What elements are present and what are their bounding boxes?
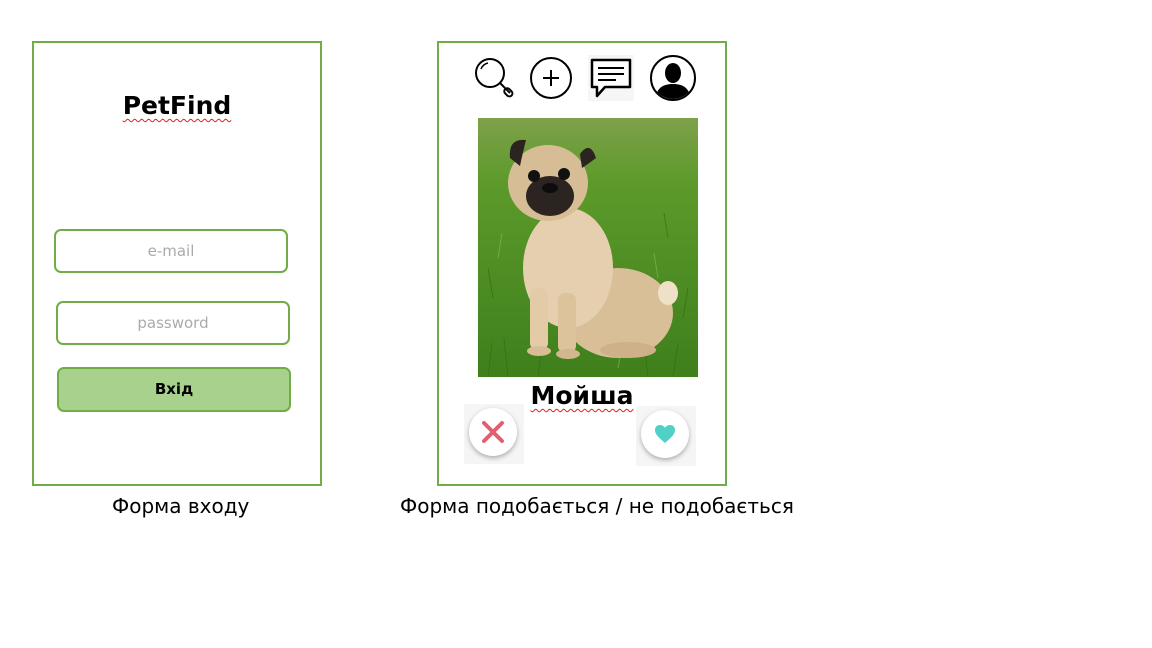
login-form-caption: Форма входу [112, 494, 250, 518]
heart-icon [655, 425, 675, 443]
dislike-button[interactable] [469, 408, 517, 456]
email-field[interactable]: e-mail [54, 229, 288, 273]
search-icon[interactable] [472, 55, 518, 101]
app-title: PetFind [122, 91, 232, 120]
swipe-form-caption: Форма подобається / не подобається [400, 494, 794, 518]
login-button[interactable]: Вхід [57, 367, 291, 412]
like-button-tile[interactable] [636, 406, 696, 466]
profile-icon[interactable] [650, 55, 696, 101]
login-form-frame: PetFind e-mail password Вхід [32, 41, 322, 486]
close-icon [482, 421, 504, 443]
dislike-button-tile[interactable] [464, 404, 524, 464]
swipe-form-frame: Мойша [437, 41, 727, 486]
pet-photo [478, 118, 698, 377]
password-field[interactable]: password [56, 301, 290, 345]
like-button[interactable] [641, 410, 689, 458]
add-icon[interactable] [528, 55, 574, 101]
chat-icon[interactable] [588, 55, 634, 101]
